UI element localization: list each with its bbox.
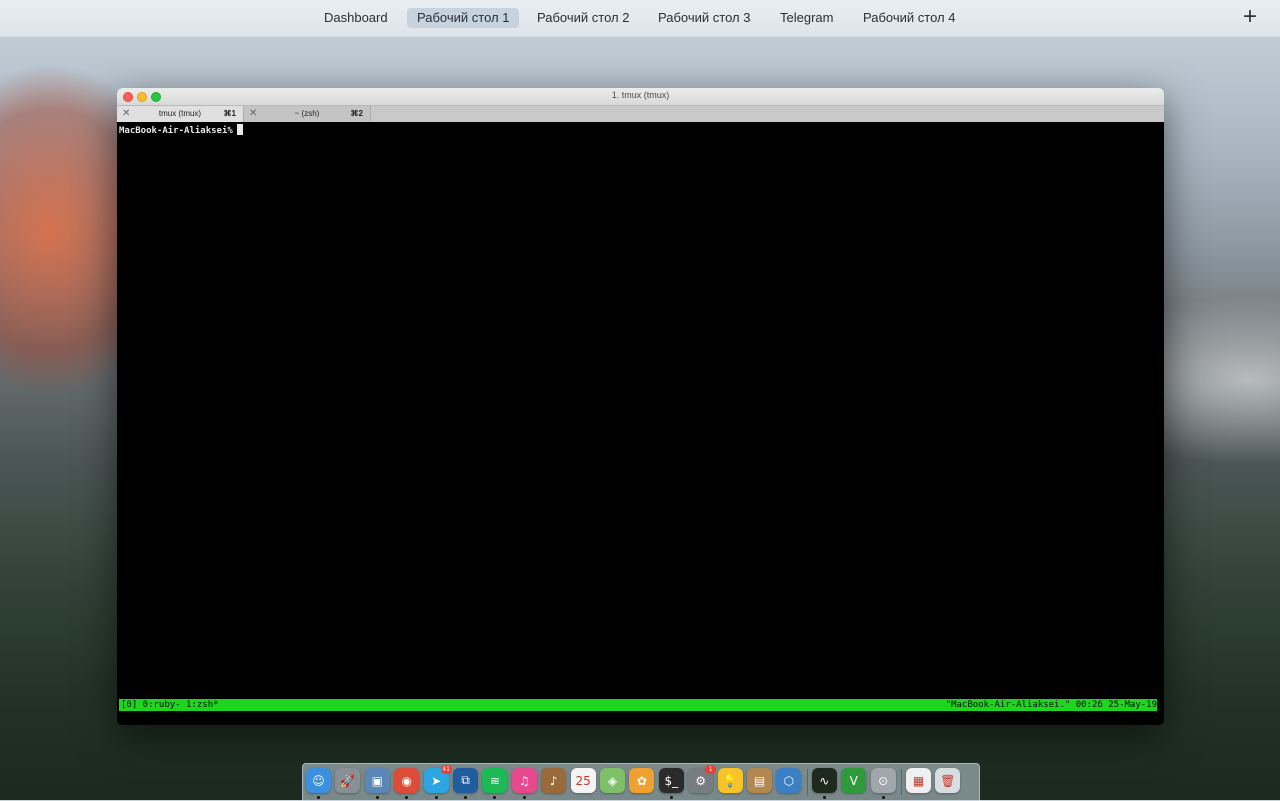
space-desktop-4[interactable]: Рабочий стол 4 — [853, 8, 965, 28]
running-indicator — [522, 796, 526, 799]
spaces-bar: Dashboard Рабочий стол 1 Рабочий стол 2 … — [0, 0, 1280, 37]
guitar-icon[interactable]: ♪ — [541, 768, 567, 793]
itunes-icon[interactable]: ♫ — [511, 768, 537, 793]
document-icon-glyph: ▦ — [912, 773, 925, 788]
tab-shortcut: ⌘1 — [223, 109, 236, 118]
dock-separator — [806, 769, 808, 795]
running-indicator — [434, 796, 438, 799]
terminal-window: 1. tmux (tmux) ✕ tmux (tmux) ⌘1 ✕ ~ (zsh… — [117, 88, 1164, 725]
tmux-status-right: "MacBook-Air-Aliaksei." 00:26 25-May-19 — [945, 700, 1157, 710]
archive-icon-glyph: ▤ — [753, 773, 766, 788]
space-dashboard[interactable]: Dashboard — [314, 8, 398, 28]
running-indicator — [822, 796, 826, 799]
window-titlebar[interactable]: 1. tmux (tmux) — [117, 88, 1164, 105]
running-indicator — [317, 796, 320, 799]
running-indicator — [493, 796, 497, 799]
running-indicator — [375, 796, 379, 799]
activity-monitor-icon[interactable]: ∿ — [811, 768, 837, 793]
text-cursor — [236, 124, 243, 135]
terminal-icon-glyph: $_ — [664, 773, 679, 788]
notification-badge: 41 — [440, 765, 452, 774]
chrome-icon-glyph: ◉ — [401, 773, 412, 788]
spotify-icon[interactable]: ≋ — [482, 768, 508, 793]
guitar-icon-glyph: ♪ — [549, 773, 558, 788]
tmux-status-bar: [0] 0:ruby- 1:zsh* "MacBook-Air-Aliaksei… — [119, 699, 1157, 711]
vim-icon-glyph: V — [849, 773, 858, 788]
lightbulb-icon[interactable]: 💡 — [717, 768, 743, 793]
disk-utility-icon-glyph: ⊙ — [878, 773, 889, 788]
notification-badge: 1 — [705, 765, 717, 774]
telegram-icon-glyph: ➤ — [431, 773, 442, 788]
vscode-icon-glyph: ⧉ — [461, 773, 470, 787]
finder-icon[interactable]: ☺ — [306, 768, 331, 793]
calendar-icon-glyph: 25 — [575, 773, 591, 788]
spotify-icon-glyph: ≋ — [489, 773, 500, 788]
launchpad-icon-glyph: 🚀 — [340, 773, 356, 788]
finder-icon-glyph: ☺ — [312, 773, 325, 788]
space-desktop-3[interactable]: Рабочий стол 3 — [648, 8, 760, 28]
telegram-icon[interactable]: ➤ 41 — [423, 765, 452, 793]
space-desktop-2[interactable]: Рабочий стол 2 — [527, 8, 639, 28]
terminal-icon[interactable]: $_ — [658, 768, 684, 793]
dock-separator — [901, 769, 902, 795]
preview-icon-glyph: ▣ — [371, 773, 383, 788]
running-indicator — [464, 796, 467, 799]
running-indicator — [881, 796, 885, 799]
itunes-icon-glyph: ♫ — [518, 773, 530, 788]
shell-prompt: MacBook-Air-Aliaksei% — [119, 124, 243, 136]
tab-bar: ✕ tmux (tmux) ⌘1 ✕ ~ (zsh) ⌘2 — [117, 105, 1164, 123]
prompt-text: MacBook-Air-Aliaksei% — [119, 126, 233, 136]
maps-icon-glyph: ◈ — [607, 773, 618, 788]
archive-icon[interactable]: ▤ — [747, 768, 772, 793]
add-space-button[interactable]: + — [1240, 5, 1260, 30]
tab-tmux[interactable]: ✕ tmux (tmux) ⌘1 — [117, 106, 244, 122]
activity-monitor-icon-glyph: ∿ — [819, 773, 830, 788]
window-title: 1. tmux (tmux) — [611, 90, 670, 100]
photos-icon[interactable]: ✿ — [629, 768, 655, 793]
virtualbox-icon[interactable]: ⬡ — [776, 768, 802, 793]
vim-icon[interactable]: V — [841, 768, 867, 793]
virtualbox-icon-glyph: ⬡ — [783, 773, 795, 788]
system-preferences-icon-glyph: ⚙ — [695, 773, 707, 788]
document-icon[interactable]: ▦ — [906, 768, 931, 793]
tab-zsh[interactable]: ✕ ~ (zsh) ⌘2 — [244, 106, 371, 122]
running-indicator — [405, 796, 409, 799]
preview-icon[interactable]: ▣ — [364, 768, 390, 793]
tab-shortcut: ⌘2 — [350, 109, 363, 118]
chrome-icon[interactable]: ◉ — [394, 768, 420, 793]
launchpad-icon[interactable]: 🚀 — [335, 768, 361, 793]
disk-utility-icon[interactable]: ⊙ — [870, 768, 896, 793]
vscode-icon[interactable]: ⧉ — [453, 768, 478, 793]
space-desktop-1[interactable]: Рабочий стол 1 — [407, 8, 520, 28]
trash-icon-glyph: 🗑 — [940, 773, 956, 788]
tmux-window-list: [0] 0:ruby- 1:zsh* — [121, 700, 219, 710]
maps-icon[interactable]: ◈ — [600, 768, 625, 793]
dock: ☺ 🚀 ▣ ◉ ➤ 41 ⧉ ≋ ♫ ♪ 25 ◈ ✿ $_ ⚙ 1 💡 ▤ ⬡ ∿ V ⊙ ▦ 🗑 — [302, 763, 980, 801]
system-preferences-icon[interactable]: ⚙ 1 — [688, 765, 717, 793]
photos-icon-glyph: ✿ — [636, 773, 647, 788]
trash-icon[interactable]: 🗑 — [935, 768, 961, 793]
lightbulb-icon-glyph: 💡 — [722, 773, 738, 788]
space-telegram[interactable]: Telegram — [770, 8, 843, 28]
terminal-content[interactable]: MacBook-Air-Aliaksei% — [117, 122, 1164, 713]
running-indicator — [669, 796, 673, 799]
calendar-icon[interactable]: 25 — [570, 768, 596, 793]
